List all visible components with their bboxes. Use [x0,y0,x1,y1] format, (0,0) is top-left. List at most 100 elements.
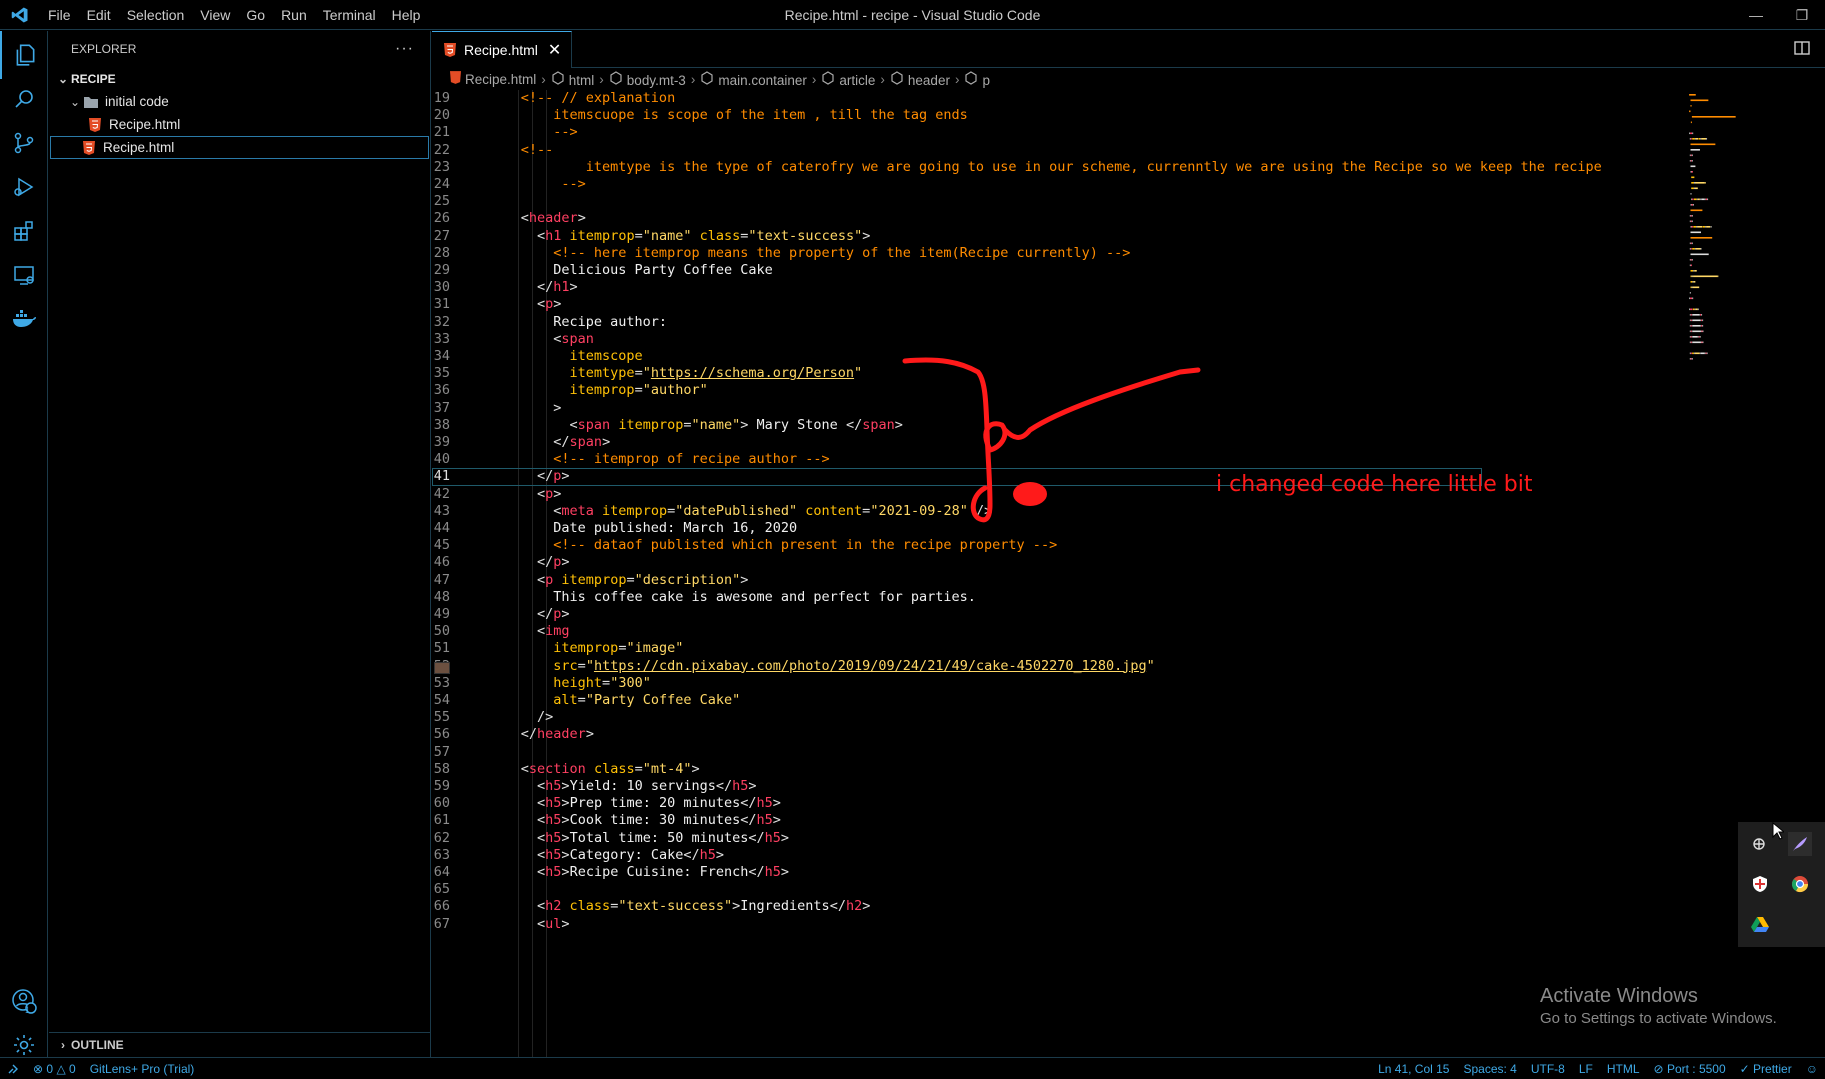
code-line[interactable]: 63 <h5>Category: Cake</h5> [432,847,1825,864]
code-line[interactable]: 61 <h5>Cook time: 30 minutes</h5> [432,812,1825,829]
code-line[interactable]: 59 <h5>Yield: 10 servings</h5> [432,778,1825,795]
code-line[interactable]: 34 itemscope [432,348,1825,365]
chrome-tray-icon[interactable] [1788,872,1812,896]
workspace-root[interactable]: ⌄ RECIPE [49,67,430,90]
code-line[interactable]: 67 <ul> [432,916,1825,933]
code-line[interactable]: 30 </h1> [432,279,1825,296]
folder-initial-code[interactable]: ⌄ initial code [49,90,430,113]
code-line[interactable]: 51 itemprop="image" [432,640,1825,657]
code-line[interactable]: 38 <span itemprop="name"> Mary Stone </s… [432,417,1825,434]
code-line[interactable]: 21 --> [432,124,1825,141]
file-root-recipe-html[interactable]: Recipe.html [50,136,429,159]
code-line[interactable]: 58 <section class="mt-4"> [432,761,1825,778]
remote-indicator-icon[interactable] [0,1063,26,1075]
code-line[interactable]: 64 <h5>Recipe Cuisine: French</h5> [432,864,1825,881]
code-line[interactable]: 37 > [432,400,1825,417]
code-line[interactable]: 46 </p> [432,554,1825,571]
code-line[interactable]: 20 itemscuope is scope of the item , til… [432,107,1825,124]
docker-icon[interactable] [0,295,48,343]
gitlens-status[interactable]: GitLens+ Pro (Trial) [83,1062,202,1076]
code-line[interactable]: 62 <h5>Total time: 50 minutes</h5> [432,830,1825,847]
run-debug-icon[interactable] [0,163,48,211]
code-line[interactable]: 50 <img [432,623,1825,640]
restore-icon[interactable]: ❐ [1779,0,1825,30]
code-line[interactable]: 25 [432,193,1825,210]
code-line[interactable]: 29 Delicious Party Coffee Cake [432,262,1825,279]
breadcrumb-item[interactable]: article [821,70,875,88]
search-icon[interactable] [0,75,48,123]
code-line[interactable]: 36 itemprop="author" [432,382,1825,399]
code-line[interactable]: 32 Recipe author: [432,314,1825,331]
code-line[interactable]: 23 itemtype is the type of caterofry we … [432,159,1825,176]
code-line[interactable]: 66 <h2 class="text-success">Ingredients<… [432,898,1825,915]
code-line[interactable]: 24 --> [432,176,1825,193]
code-line[interactable]: 47 <p itemprop="description"> [432,572,1825,589]
code-line[interactable]: 35 itemtype="https://schema.org/Person" [432,365,1825,382]
code-line[interactable]: 44 Date published: March 16, 2020 [432,520,1825,537]
tab-recipe-html[interactable]: Recipe.html ✕ [432,31,573,68]
menu-item-run[interactable]: Run [273,0,315,30]
code-line[interactable]: 65 [432,881,1825,898]
breadcrumb-item[interactable]: html [551,70,594,88]
menu-item-selection[interactable]: Selection [119,0,193,30]
code-line[interactable]: 43 <meta itemprop="datePublished" conten… [432,503,1825,520]
file-nested-recipe-html[interactable]: Recipe.html [49,113,430,136]
code-line[interactable]: 55 /> [432,709,1825,726]
menu-item-terminal[interactable]: Terminal [315,0,384,30]
breadcrumb-item[interactable]: header [890,70,950,88]
code-line[interactable]: 26 <header> [432,210,1825,227]
code-line[interactable]: 42 <p> [432,486,1825,503]
source-control-icon[interactable] [0,119,48,167]
breadcrumb-item[interactable]: body.mt-3 [609,70,686,88]
accounts-icon[interactable]: 1 [0,977,48,1025]
code-line[interactable]: 33 <span [432,331,1825,348]
menu-item-view[interactable]: View [192,0,238,30]
code-line[interactable]: 45 <!-- dataof publisted which present i… [432,537,1825,554]
code-line[interactable]: 31 <p> [432,296,1825,313]
files-icon[interactable] [0,31,48,79]
problems-indicator[interactable]: ⊗ 0 △ 0 [26,1062,83,1076]
code-line[interactable]: 56 </header> [432,726,1825,743]
code-line[interactable]: 48 This coffee cake is awesome and perfe… [432,589,1825,606]
minimap[interactable] [1685,90,1755,410]
breadcrumb-item[interactable]: Recipe.html [450,71,536,87]
code-editor[interactable]: 19 <!-- // explanation 20 itemscuope is s… [432,90,1825,1057]
code-line[interactable]: 49 </p> [432,606,1825,623]
code-line[interactable]: 28 <!-- here itemprop means the property… [432,245,1825,262]
code-line[interactable]: 41 </p> [432,468,1825,486]
code-line[interactable]: 54 alt="Party Coffee Cake" [432,692,1825,709]
feather-tray-icon[interactable] [1788,832,1812,856]
cursor-position[interactable]: Ln 41, Col 15 [1371,1062,1456,1076]
end-of-line[interactable]: LF [1572,1062,1600,1076]
menu-item-file[interactable]: File [40,0,79,30]
code-line[interactable]: 57 [432,744,1825,761]
language-mode[interactable]: HTML [1600,1062,1647,1076]
code-line[interactable]: 60 <h5>Prep time: 20 minutes</h5> [432,795,1825,812]
code-line[interactable]: 40 <!-- itemprop of recipe author --> [432,451,1825,468]
code-line[interactable]: 19 <!-- // explanation [432,90,1825,107]
menu-item-go[interactable]: Go [238,0,273,30]
menu-item-help[interactable]: Help [384,0,429,30]
feedback-icon[interactable]: ☺ [1799,1062,1825,1076]
menu-item-edit[interactable]: Edit [79,0,119,30]
code-line[interactable]: 53 height="300" [432,675,1825,692]
code-line[interactable]: 39 </span> [432,434,1825,451]
close-icon[interactable]: ✕ [548,40,561,60]
network-tray-icon[interactable] [1748,832,1772,856]
prettier-status[interactable]: ✓ Prettier [1733,1062,1799,1076]
minimize-icon[interactable]: — [1733,0,1779,30]
indentation[interactable]: Spaces: 4 [1456,1062,1523,1076]
security-shield-tray-icon[interactable] [1748,872,1772,896]
code-line[interactable]: 52 src="https://cdn.pixabay.com/photo/20… [432,658,1825,675]
breadcrumb-item[interactable]: p [964,70,990,88]
extensions-icon[interactable] [0,207,48,255]
outline-section[interactable]: › OUTLINE [49,1032,430,1057]
google-drive-tray-icon[interactable] [1748,912,1772,936]
live-server-port[interactable]: ⊘ Port : 5500 [1647,1062,1733,1076]
more-actions-icon[interactable]: ··· [395,31,414,67]
remote-explorer-icon[interactable] [0,251,48,299]
encoding[interactable]: UTF-8 [1524,1062,1572,1076]
code-line[interactable]: 22 <!-- [432,142,1825,159]
split-editor-icon[interactable] [1793,39,1811,62]
code-line[interactable]: 27 <h1 itemprop="name" class="text-succe… [432,228,1825,245]
